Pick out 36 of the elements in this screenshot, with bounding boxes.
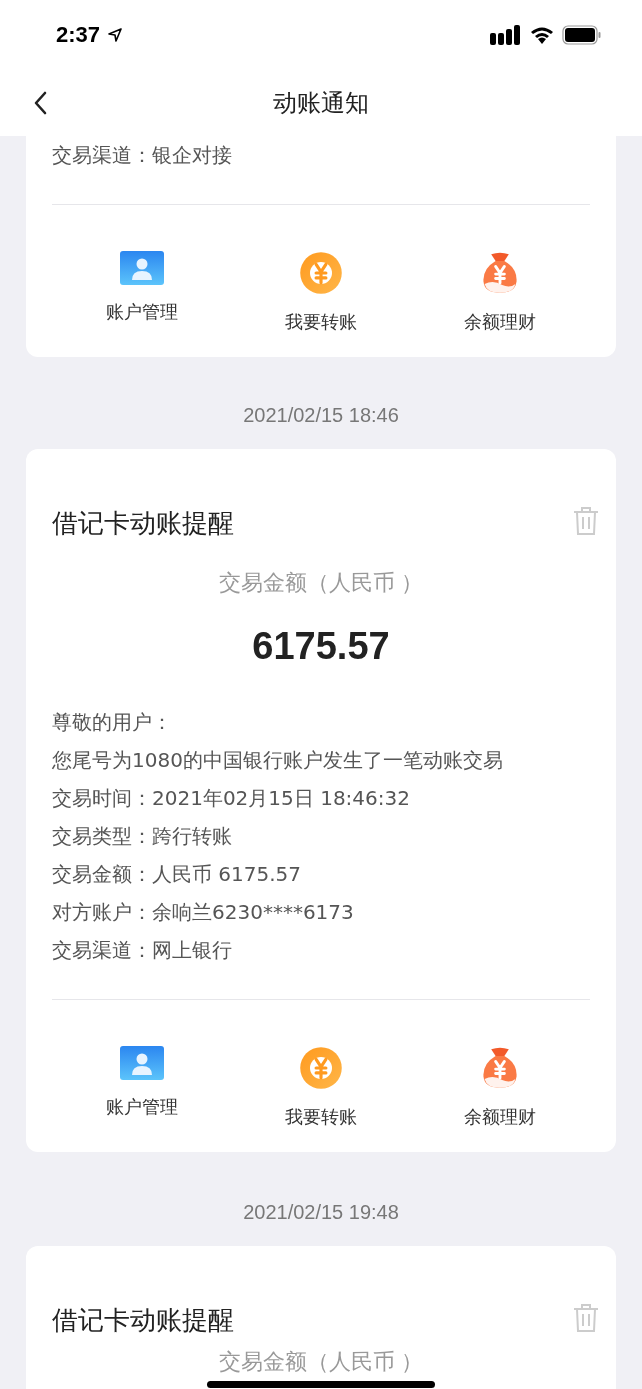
coin-icon [299, 1046, 343, 1090]
amount-label: 交易金额（人民币 ） [218, 569, 424, 597]
detail-text: 交易渠道：银企对接 [52, 142, 233, 169]
delete-button[interactable] [572, 1302, 600, 1334]
action-button[interactable]: 账户管理 [52, 1046, 232, 1130]
date-label: 2021/02/15 18:46 [242, 403, 400, 427]
detail-text: 交易类型：跨行转账 [52, 823, 233, 850]
page-title: 动账通知 [273, 88, 369, 119]
action-button[interactable]: 我要转账 [231, 251, 411, 335]
coin-icon [299, 251, 343, 295]
detail-text: 对方账户：余响兰6230****6173 [52, 899, 355, 926]
action-button[interactable]: 我要转账 [231, 1046, 411, 1130]
person-card-icon [119, 1046, 164, 1080]
battery-icon [562, 25, 602, 45]
trash-icon [572, 1302, 600, 1334]
action-button[interactable]: 账户管理 [52, 251, 232, 335]
location-arrow-icon [108, 28, 123, 42]
action-button[interactable]: 余额理财 [410, 251, 590, 335]
detail-text: 尊敬的用户： [52, 709, 173, 736]
delete-button[interactable] [572, 505, 600, 537]
action-button[interactable]: 余额理财 [410, 1046, 590, 1130]
person-card-icon [119, 251, 164, 285]
signal-icon [490, 25, 522, 45]
amount-label: 交易金额（人民币 ） [218, 1348, 424, 1376]
card-title: 借记卡动账提醒 [52, 507, 234, 540]
back-icon [33, 91, 47, 115]
wifi-icon [530, 26, 554, 44]
detail-text: 交易时间：2021年02月15日 18:46:32 [52, 785, 411, 812]
detail-text: 交易金额：人民币 6175.57 [52, 861, 303, 888]
card-title: 借记卡动账提醒 [52, 1304, 234, 1337]
date-label: 2021/02/15 19:48 [242, 1200, 400, 1224]
detail-text: 交易渠道：网上银行 [52, 937, 233, 964]
trash-icon [572, 505, 600, 537]
detail-text: 您尾号为1080的中国银行账户发生了一笔动账交易 [52, 747, 504, 774]
status-time: 2:37 [56, 22, 101, 48]
amount-value: 6175.57 [251, 624, 391, 669]
